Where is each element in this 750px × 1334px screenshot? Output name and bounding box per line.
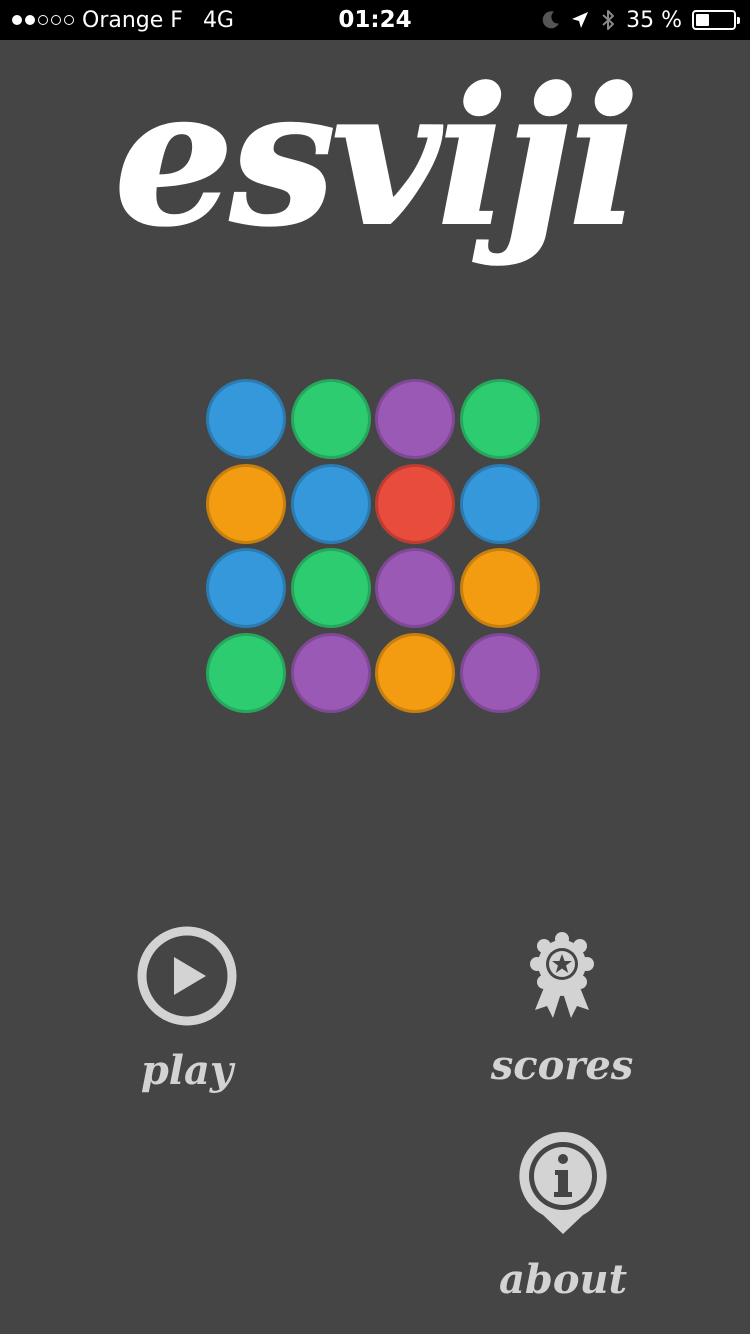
play-circle-icon[interactable] <box>136 925 238 1031</box>
bluetooth-icon <box>600 8 616 32</box>
battery-icon <box>692 10 740 30</box>
grid-dot <box>290 632 371 713</box>
grid-dot <box>290 379 371 459</box>
grid-dot <box>375 463 455 544</box>
signal-dot-filled <box>12 15 22 25</box>
signal-strength-icon <box>12 15 74 25</box>
signal-dot-empty <box>51 15 61 25</box>
battery-percentage: 35 % <box>626 7 682 33</box>
dot-grid <box>206 379 544 717</box>
location-arrow-icon <box>570 10 590 30</box>
status-right: 35 % <box>540 0 740 40</box>
award-ribbon-icon[interactable] <box>529 930 595 1026</box>
battery-fill <box>696 14 709 26</box>
grid-dot <box>206 632 286 713</box>
grid-dot <box>290 548 371 628</box>
grid-dot <box>206 463 286 544</box>
scores-button[interactable]: scores <box>482 930 642 1090</box>
grid-dot <box>459 548 540 628</box>
grid-dot <box>375 632 455 713</box>
battery-tip <box>737 17 740 24</box>
app-logo: esviji <box>113 47 641 268</box>
grid-dot <box>375 379 455 459</box>
moon-icon <box>540 10 560 30</box>
status-bar: Orange F 4G 01:24 35 % <box>0 0 750 40</box>
carrier-name: Orange F <box>82 7 183 33</box>
about-label[interactable]: about <box>499 1256 627 1304</box>
status-left: Orange F 4G <box>12 0 234 40</box>
signal-dot-filled <box>25 15 35 25</box>
grid-dot <box>459 463 540 544</box>
info-pin-icon[interactable] <box>513 1128 613 1242</box>
network-type: 4G <box>202 7 234 33</box>
signal-dot-empty <box>38 15 48 25</box>
scores-label[interactable]: scores <box>491 1042 634 1090</box>
grid-dot <box>206 379 286 459</box>
signal-dot-empty <box>64 15 74 25</box>
play-label[interactable]: play <box>141 1047 233 1095</box>
play-button[interactable]: play <box>112 925 262 1095</box>
about-button[interactable]: about <box>488 1128 638 1304</box>
grid-dot <box>459 379 540 459</box>
grid-dot <box>459 632 540 713</box>
grid-dot <box>290 463 371 544</box>
grid-dot <box>206 548 286 628</box>
grid-dot <box>375 548 455 628</box>
